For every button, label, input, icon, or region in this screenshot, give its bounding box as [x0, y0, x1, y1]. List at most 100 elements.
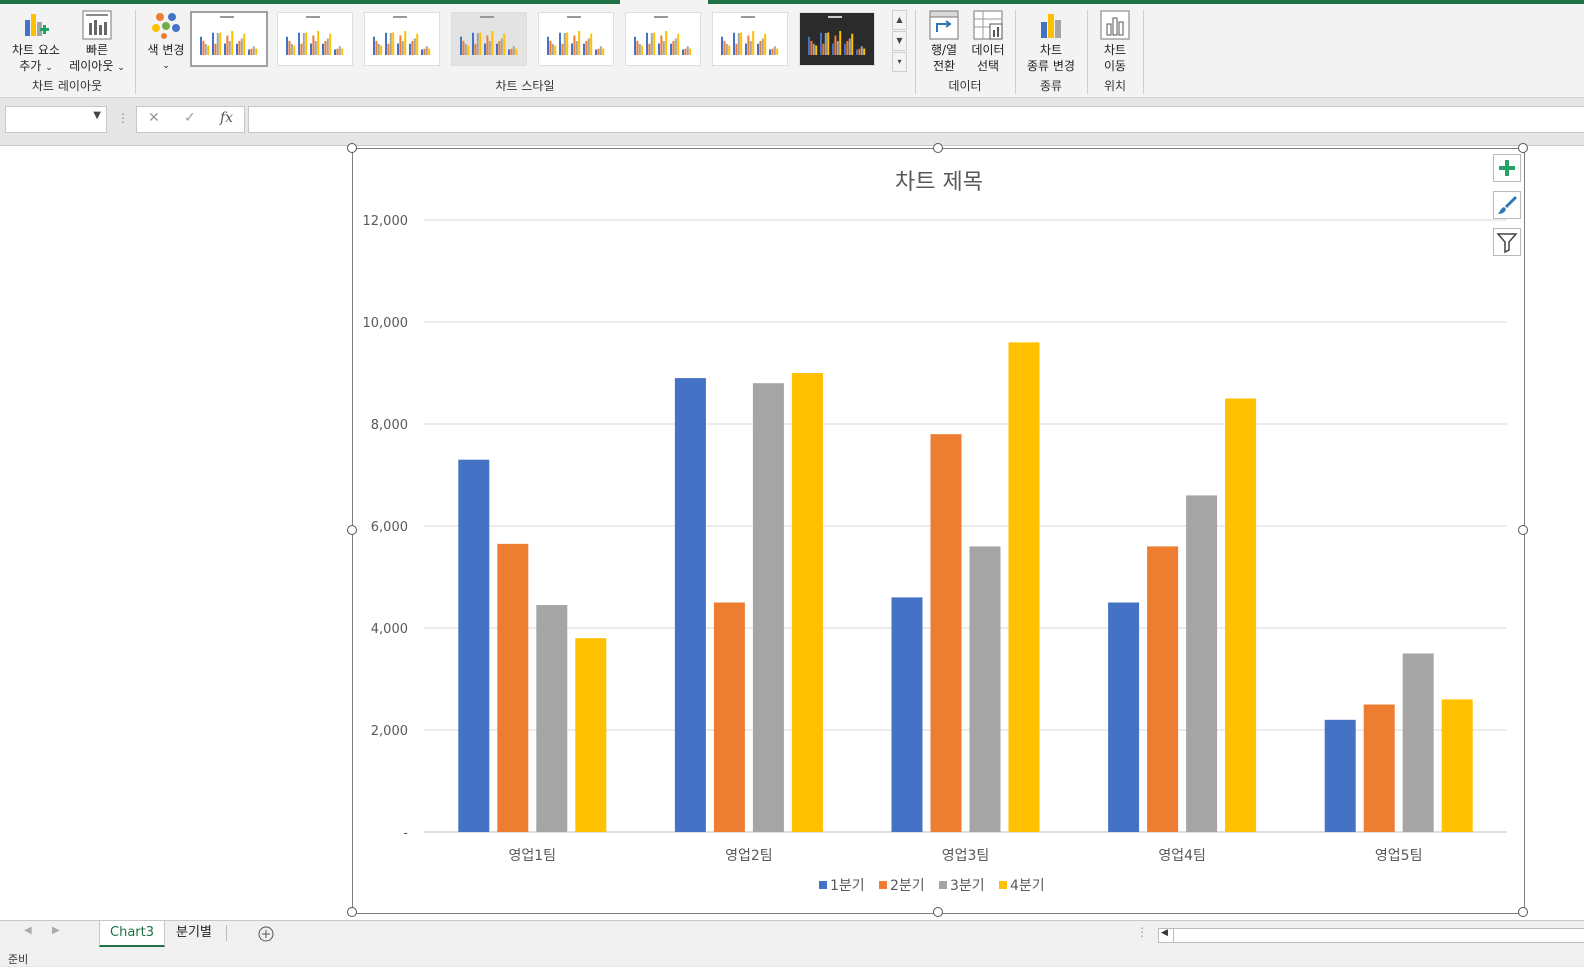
change-colors-label: 색 변경: [147, 43, 185, 57]
chart-style-preview-icon: [200, 16, 258, 55]
tab-separator: [226, 925, 227, 941]
sheet-tab-quarterly[interactable]: 분기별: [166, 921, 222, 945]
chart-styles-group-label: 차트 스타일: [495, 79, 555, 93]
chart-layout-group-label: 차트 레이아웃: [31, 79, 103, 93]
type-group-label: 종류: [1039, 79, 1063, 93]
status-text: 준비: [8, 953, 29, 966]
bar-4분기-영업2팀: [791, 373, 823, 832]
gallery-scroll: ▲ ▼ ▾: [892, 10, 907, 72]
chart-style-preview-icon: [460, 16, 518, 55]
select-data-label-2: 선택: [976, 59, 1000, 73]
y-tick-label: 12,000: [363, 214, 409, 229]
resize-handle-left[interactable]: [347, 525, 357, 535]
chart-style-thumbnail[interactable]: [451, 12, 527, 66]
chart-style-thumbnail[interactable]: [625, 12, 701, 66]
split-handle-icon[interactable]: ⋮: [1136, 925, 1148, 939]
change-chart-type-label: 차트: [1039, 43, 1063, 57]
y-tick-label: 6,000: [371, 520, 408, 535]
horizontal-scrollbar[interactable]: ◀: [1158, 928, 1584, 943]
cancel-icon[interactable]: ✕: [148, 110, 160, 126]
bar-3분기-영업3팀: [969, 546, 1001, 832]
scroll-left-icon[interactable]: ◀: [1161, 928, 1168, 938]
quick-layout-icon: [82, 10, 112, 40]
quick-layout-button[interactable]: 빠른 레이아웃 ⌄: [66, 10, 128, 76]
resize-handle-bottom-left[interactable]: [347, 907, 357, 917]
plus-icon: [1499, 160, 1515, 176]
legend-label: 3분기: [950, 878, 985, 894]
chart-style-thumbnail[interactable]: [712, 12, 788, 66]
x-tick-label: 영업2팀: [725, 848, 773, 864]
chevron-down-icon[interactable]: ▼: [93, 110, 101, 121]
x-tick-label: 영업3팀: [942, 848, 990, 864]
resize-handle-top-left[interactable]: [347, 143, 357, 153]
gallery-down-button[interactable]: ▼: [892, 31, 907, 51]
clustered-column-chart[interactable]: 차트 제목 - 2,000 4,000 6,000 8,000 10,000 12,000 영업…: [353, 149, 1524, 913]
resize-handle-right[interactable]: [1518, 525, 1528, 535]
change-colors-button[interactable]: 색 변경 ⌄: [142, 10, 190, 74]
gallery-up-button[interactable]: ▲: [892, 10, 907, 30]
select-data-button[interactable]: 데이터 선택: [966, 10, 1010, 74]
chart-style-thumbnail[interactable]: [190, 11, 268, 67]
chevron-down-icon: ⌄: [117, 63, 125, 73]
chart-layout-group: 차트 요소 추가 ⌄ 빠른 레이아웃 ⌄ 차트 레이아웃: [0, 4, 134, 97]
y-tick-label: 2,000: [371, 724, 408, 739]
legend-swatch: [939, 881, 947, 889]
resize-handle-top-right[interactable]: [1518, 143, 1528, 153]
move-chart-label-2: 이동: [1103, 59, 1127, 73]
bar-3분기-영업1팀: [536, 605, 568, 832]
sheet-tab-chart3[interactable]: Chart3: [99, 921, 165, 947]
formula-bar: ▼ ⋮ ✕ ✓ fx: [0, 98, 1584, 144]
add-chart-element-label-2: 추가: [19, 59, 42, 73]
bar-3분기-영업4팀: [1186, 495, 1218, 832]
enter-check-icon[interactable]: ✓: [184, 110, 196, 126]
switch-row-column-label-2: 전환: [932, 59, 956, 73]
more-options-icon[interactable]: ⋮: [117, 111, 129, 125]
chart-title: 차트 제목: [895, 170, 983, 195]
insert-function-icon[interactable]: fx: [220, 110, 233, 126]
chart-style-thumbnail[interactable]: [538, 12, 614, 66]
legend-swatch: [879, 881, 887, 889]
chart-style-preview-icon: [286, 16, 344, 55]
paintbrush-icon: [1498, 196, 1517, 214]
change-chart-type-button[interactable]: 차트 종류 변경: [1020, 10, 1082, 74]
chart-elements-button[interactable]: [1493, 154, 1521, 182]
resize-handle-top[interactable]: [933, 143, 943, 153]
resize-handle-bottom-right[interactable]: [1518, 907, 1528, 917]
scroll-tabs-left-icon[interactable]: ◀: [24, 925, 32, 936]
move-chart-label: 차트: [1103, 43, 1127, 57]
bar-4분기-영업1팀: [575, 638, 607, 832]
select-data-label: 데이터: [971, 43, 1005, 57]
resize-handle-bottom[interactable]: [933, 907, 943, 917]
chart-styles-button[interactable]: [1493, 191, 1521, 219]
name-box[interactable]: ▼: [5, 106, 107, 133]
chevron-down-icon: ⌄: [162, 61, 170, 71]
status-bar: 준비: [0, 949, 1584, 966]
chart-area[interactable]: 차트 제목 - 2,000 4,000 6,000 8,000 10,000 12,000 영업…: [352, 148, 1525, 914]
chart-style-thumbnail[interactable]: [799, 12, 875, 66]
move-chart-button[interactable]: 차트 이동: [1094, 10, 1136, 74]
y-tick-label: 10,000: [363, 316, 409, 331]
bar-1분기-영업3팀: [891, 597, 923, 832]
sheet-tabs-bar: ◀ ▶ Chart3 분기별 ⋮ ◀: [0, 920, 1584, 949]
color-palette-icon: [152, 13, 180, 39]
chart-style-thumbnail[interactable]: [277, 12, 353, 66]
add-chart-element-button[interactable]: 차트 요소 추가 ⌄: [6, 10, 66, 76]
chart-style-preview-icon: [373, 16, 431, 55]
chart-filters-button[interactable]: [1493, 228, 1521, 256]
y-tick-label: -: [403, 826, 408, 841]
switch-row-column-button[interactable]: 행/열 전환: [922, 10, 966, 74]
formula-input[interactable]: [248, 106, 1584, 133]
bar-1분기-영업5팀: [1324, 719, 1356, 832]
formula-buttons: ✕ ✓ fx: [136, 106, 245, 133]
chart-style-thumbnail[interactable]: [364, 12, 440, 66]
bar-2분기-영업4팀: [1147, 546, 1179, 832]
chart-style-preview-icon: [634, 16, 692, 55]
bar-4분기-영업5팀: [1441, 699, 1473, 832]
gallery-more-button[interactable]: ▾: [892, 52, 907, 72]
bar-2분기-영업3팀: [930, 434, 962, 832]
y-tick-label: 8,000: [371, 418, 408, 433]
select-data-icon: [973, 10, 1003, 40]
switch-row-column-icon: [929, 10, 959, 40]
scroll-tabs-right-icon[interactable]: ▶: [52, 925, 60, 936]
new-sheet-icon[interactable]: [257, 925, 275, 943]
